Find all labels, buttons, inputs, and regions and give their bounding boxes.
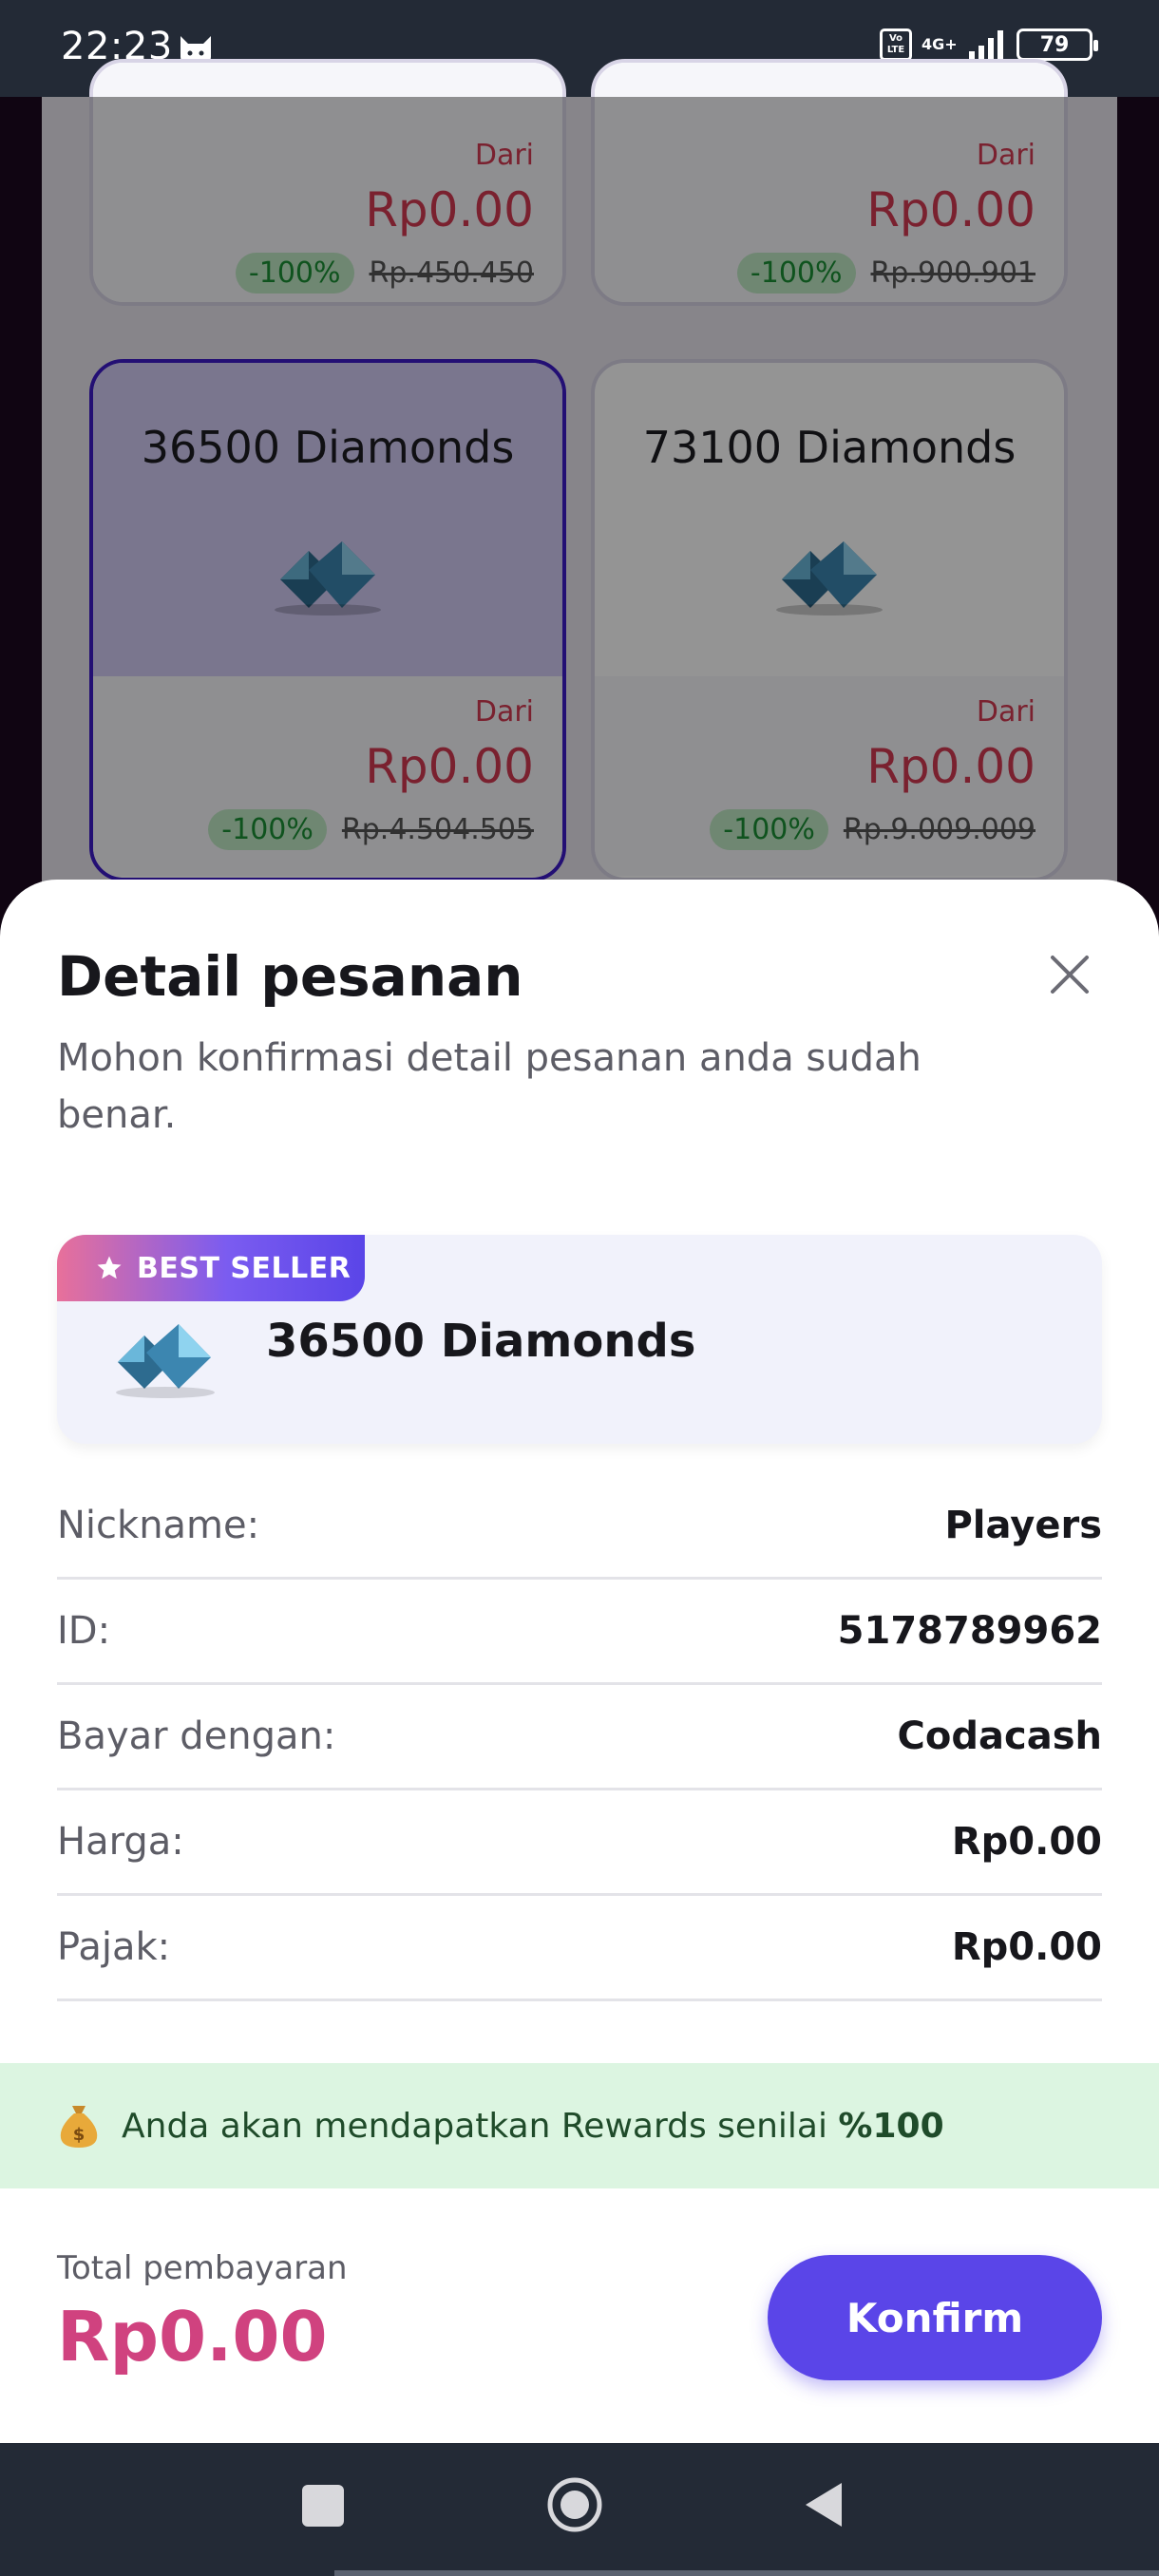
row-label: Pajak: <box>57 1925 171 1969</box>
order-detail-sheet: Detail pesanan Mohon konfirmasi detail p… <box>0 880 1159 2443</box>
detail-row-payment: Bayar dengan: Codacash <box>57 1685 1102 1790</box>
total-label: Total pembayaran <box>57 2249 348 2287</box>
row-value: Codacash <box>897 1714 1102 1758</box>
battery-icon: 79 <box>1016 28 1098 61</box>
selected-product-card: BEST SELLER 36500 Diamonds <box>57 1235 1102 1444</box>
close-icon[interactable] <box>1047 952 1092 997</box>
rewards-text: Anda akan mendapatkan Rewards senilai %1… <box>122 2107 944 2146</box>
row-label: Nickname: <box>57 1504 260 1547</box>
signal-icon <box>969 30 1003 61</box>
back-button[interactable] <box>804 2481 846 2529</box>
row-value: Rp0.00 <box>951 1820 1102 1864</box>
best-seller-badge: BEST SELLER <box>57 1235 365 1301</box>
battery-level: 79 <box>1039 32 1070 57</box>
detail-row-id: ID: 5178789962 <box>57 1580 1102 1685</box>
home-button[interactable] <box>545 2475 604 2534</box>
row-value: 5178789962 <box>837 1609 1102 1653</box>
gesture-bar <box>334 2570 1159 2576</box>
network-type: 4G+ <box>922 35 958 53</box>
row-label: Bayar dengan: <box>57 1714 336 1758</box>
status-indicators: Vo LTE 4G+ 79 <box>880 28 1098 61</box>
diamond-pile-icon <box>116 1324 215 1398</box>
detail-row-tax: Pajak: Rp0.00 <box>57 1896 1102 2001</box>
detail-row-nickname: Nickname: Players <box>57 1474 1102 1580</box>
row-value: Rp0.00 <box>951 1925 1102 1969</box>
product-name: 36500 Diamonds <box>266 1315 696 1368</box>
total-value: Rp0.00 <box>57 2297 328 2377</box>
row-label: ID: <box>57 1609 111 1653</box>
sheet-subtitle: Mohon konfirmasi detail pesanan anda sud… <box>57 1036 922 1137</box>
money-bag-icon: $ <box>60 2106 98 2148</box>
volte-icon: Vo LTE <box>880 28 912 61</box>
star-icon <box>97 1256 122 1279</box>
row-value: Players <box>944 1504 1102 1547</box>
sheet-title: Detail pesanan <box>57 944 523 1009</box>
svg-text:$: $ <box>73 2125 86 2145</box>
order-details-list: Nickname: Players ID: 5178789962 Bayar d… <box>57 1474 1102 2001</box>
detail-row-price: Harga: Rp0.00 <box>57 1790 1102 1896</box>
best-seller-label: BEST SELLER <box>137 1251 352 1285</box>
row-label: Harga: <box>57 1820 184 1864</box>
rewards-amount: %100 <box>838 2106 944 2146</box>
recent-apps-button[interactable] <box>302 2485 344 2527</box>
rewards-message: Anda akan mendapatkan Rewards senilai <box>122 2106 827 2146</box>
system-nav-bar <box>0 2443 1159 2576</box>
rewards-banner: $ Anda akan mendapatkan Rewards senilai … <box>0 2063 1159 2188</box>
confirm-button[interactable]: Konfirm <box>768 2255 1102 2380</box>
